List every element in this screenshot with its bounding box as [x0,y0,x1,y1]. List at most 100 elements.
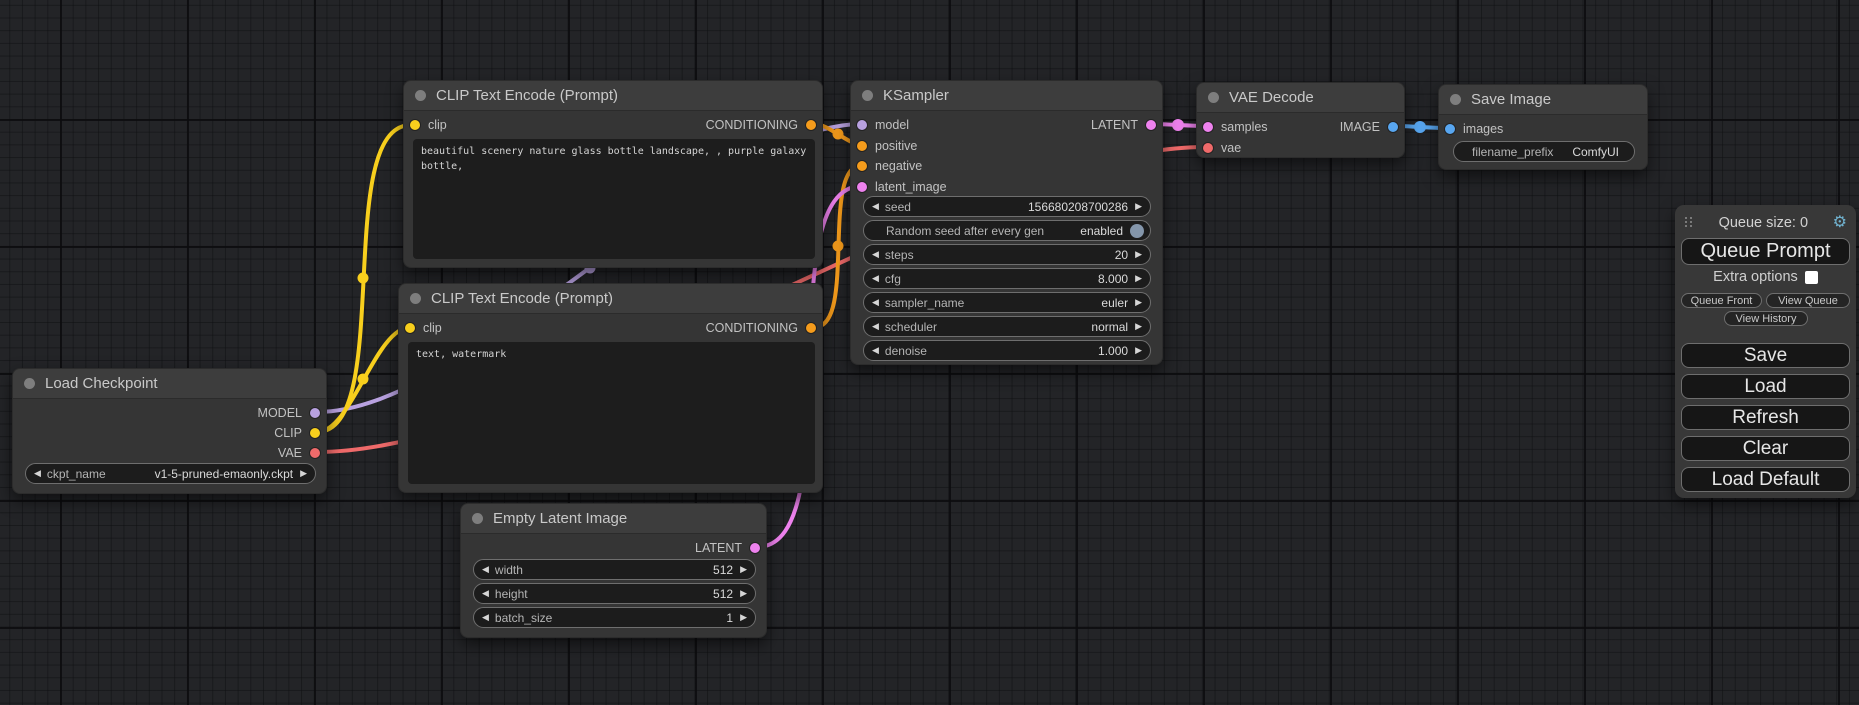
random-seed-toggle-widget[interactable]: Random seed after every gen enabled [863,220,1151,241]
collapse-dot-icon[interactable] [24,378,35,389]
right-arrow-icon[interactable]: ▶ [1135,322,1142,331]
node-save-image[interactable]: Save Image images filename_prefix ComfyU… [1438,84,1648,170]
right-arrow-icon[interactable]: ▶ [1135,274,1142,283]
extra-options-checkbox[interactable] [1805,271,1818,284]
left-arrow-icon[interactable]: ◀ [872,202,879,211]
right-arrow-icon[interactable]: ▶ [1135,250,1142,259]
model-input-port[interactable] [857,120,867,130]
output-label-conditioning: CONDITIONING [706,118,798,132]
collapse-dot-icon[interactable] [1450,94,1461,105]
right-arrow-icon[interactable]: ▶ [740,565,747,574]
node-empty-latent-image[interactable]: Empty Latent Image LATENT ◀ width 512 ▶ … [460,503,767,638]
output-label-latent: LATENT [1091,118,1138,132]
node-title-bar[interactable]: Load Checkpoint [13,369,326,399]
collapse-dot-icon[interactable] [415,90,426,101]
image-output-port[interactable] [1388,122,1398,132]
left-arrow-icon[interactable]: ◀ [872,298,879,307]
latent-image-input-port[interactable] [857,182,867,192]
right-arrow-icon[interactable]: ▶ [1135,202,1142,211]
node-title: Empty Latent Image [493,510,627,527]
left-arrow-icon[interactable]: ◀ [872,322,879,331]
clear-button[interactable]: Clear [1681,436,1850,461]
widget-value: euler [1101,296,1128,310]
height-widget[interactable]: ◀ height 512 ▶ [473,583,756,604]
collapse-dot-icon[interactable] [410,293,421,304]
node-clip-text-encode-positive[interactable]: CLIP Text Encode (Prompt) clip CONDITION… [403,80,823,268]
node-title-bar[interactable]: Empty Latent Image [461,504,766,534]
right-arrow-icon[interactable]: ▶ [740,613,747,622]
conditioning-output-port[interactable] [806,323,816,333]
queue-front-button[interactable]: Queue Front [1681,293,1762,308]
node-clip-text-encode-negative[interactable]: CLIP Text Encode (Prompt) clip CONDITION… [398,283,823,493]
node-title-bar[interactable]: CLIP Text Encode (Prompt) [399,284,822,314]
clip-input-port[interactable] [410,120,420,130]
collapse-dot-icon[interactable] [862,90,873,101]
seed-widget[interactable]: ◀ seed 156680208700286 ▶ [863,196,1151,217]
conditioning-output-port[interactable] [806,120,816,130]
right-arrow-icon[interactable]: ▶ [300,469,307,478]
widget-value: enabled [1080,224,1123,238]
latent-output-port[interactable] [750,543,760,553]
clip-input-port[interactable] [405,323,415,333]
filename-prefix-widget[interactable]: filename_prefix ComfyUI [1453,141,1635,162]
prompt-textarea[interactable]: beautiful scenery nature glass bottle la… [413,139,815,259]
steps-widget[interactable]: ◀ steps 20 ▶ [863,244,1151,265]
left-arrow-icon[interactable]: ◀ [482,589,489,598]
left-arrow-icon[interactable]: ◀ [872,346,879,355]
input-label-images: images [1463,122,1503,136]
gear-icon[interactable]: ⚙ [1833,215,1847,231]
clip-output-port[interactable] [310,428,320,438]
widget-value: 156680208700286 [1028,200,1128,214]
node-title-bar[interactable]: KSampler [851,81,1162,111]
ckpt-name-widget[interactable]: ◀ ckpt_name v1-5-pruned-emaonly.ckpt ▶ [25,463,316,484]
cfg-widget[interactable]: ◀ cfg 8.000 ▶ [863,268,1151,289]
left-arrow-icon[interactable]: ◀ [872,274,879,283]
input-label-clip: clip [423,321,442,335]
node-load-checkpoint[interactable]: Load Checkpoint MODEL CLIP VAE ◀ ckpt_na… [12,368,327,494]
node-title-bar[interactable]: Save Image [1439,85,1647,115]
denoise-widget[interactable]: ◀ denoise 1.000 ▶ [863,340,1151,361]
toggle-dot-icon[interactable] [1130,224,1144,238]
right-arrow-icon[interactable]: ▶ [740,589,747,598]
node-ksampler[interactable]: KSampler model positive negative latent_… [850,80,1163,365]
widget-value: normal [1091,320,1128,334]
save-button[interactable]: Save [1681,343,1850,368]
input-label-negative: negative [875,159,922,173]
collapse-dot-icon[interactable] [1208,92,1219,103]
node-vae-decode[interactable]: VAE Decode samples vae IMAGE [1196,82,1405,158]
width-widget[interactable]: ◀ width 512 ▶ [473,559,756,580]
node-title: VAE Decode [1229,89,1314,106]
negative-input-port[interactable] [857,161,867,171]
sampler-name-widget[interactable]: ◀ sampler_name euler ▶ [863,292,1151,313]
load-default-button[interactable]: Load Default [1681,467,1850,492]
left-arrow-icon[interactable]: ◀ [482,565,489,574]
scheduler-widget[interactable]: ◀ scheduler normal ▶ [863,316,1151,337]
refresh-button[interactable]: Refresh [1681,405,1850,430]
right-arrow-icon[interactable]: ▶ [1135,346,1142,355]
queue-prompt-button[interactable]: Queue Prompt [1681,238,1850,265]
drag-handle-icon[interactable] [1685,217,1694,230]
vae-input-port[interactable] [1203,143,1213,153]
left-arrow-icon[interactable]: ◀ [872,250,879,259]
queue-panel: Queue size: 0 ⚙ Queue Prompt Extra optio… [1675,205,1856,498]
positive-input-port[interactable] [857,141,867,151]
view-history-button[interactable]: View History [1724,311,1808,326]
samples-input-port[interactable] [1203,122,1213,132]
output-label-conditioning: CONDITIONING [706,321,798,335]
batch-size-widget[interactable]: ◀ batch_size 1 ▶ [473,607,756,628]
vae-output-port[interactable] [310,448,320,458]
model-output-port[interactable] [310,408,320,418]
images-input-port[interactable] [1445,124,1455,134]
node-title-bar[interactable]: CLIP Text Encode (Prompt) [404,81,822,111]
left-arrow-icon[interactable]: ◀ [482,613,489,622]
latent-output-port[interactable] [1146,120,1156,130]
widget-value: 512 [713,587,733,601]
prompt-textarea[interactable]: text, watermark [408,342,815,484]
collapse-dot-icon[interactable] [472,513,483,524]
node-title-bar[interactable]: VAE Decode [1197,83,1404,113]
node-title: CLIP Text Encode (Prompt) [436,87,618,104]
left-arrow-icon[interactable]: ◀ [34,469,41,478]
load-button[interactable]: Load [1681,374,1850,399]
view-queue-button[interactable]: View Queue [1766,293,1850,308]
right-arrow-icon[interactable]: ▶ [1135,298,1142,307]
